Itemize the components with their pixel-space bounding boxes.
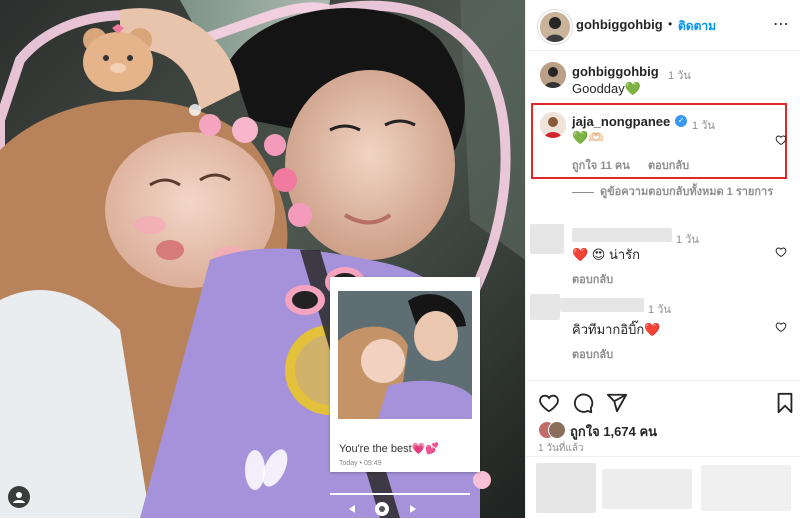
blurred-content: [602, 469, 692, 509]
blurred-avatar: [530, 224, 564, 254]
comments-divider: [526, 380, 800, 381]
likes-count[interactable]: ถูกใจ 1,674 คน: [570, 421, 657, 442]
follow-button[interactable]: ติดตาม: [678, 17, 716, 36]
like-icon[interactable]: [538, 392, 560, 414]
comment-username[interactable]: jaja_nongpanee: [572, 114, 670, 129]
tagged-users-icon[interactable]: [8, 486, 30, 508]
header-separator: •: [668, 17, 673, 31]
caption-username[interactable]: gohbiggohbig: [572, 64, 659, 79]
save-icon[interactable]: [775, 392, 795, 414]
instagram-post: You're the best💗💕 Today • 09:49 gohbiggo…: [0, 0, 800, 518]
comment-likes[interactable]: ถูกใจ 11 คน: [572, 156, 630, 174]
add-comment-area[interactable]: [526, 456, 800, 519]
blurred-username: [572, 228, 672, 242]
reply-button[interactable]: ตอบกลับ: [572, 345, 613, 363]
like-comment-icon[interactable]: [775, 246, 787, 258]
polaroid-photo: [338, 291, 472, 419]
like-comment-icon[interactable]: [775, 134, 787, 146]
comment-icon[interactable]: [572, 392, 594, 414]
view-replies-link[interactable]: ดูข้อความตอบกลับทั้งหมด 1 รายการ: [600, 185, 780, 199]
more-options-icon[interactable]: ⋯: [773, 14, 789, 34]
comment-time: 1 วัน: [692, 120, 715, 132]
comment-item: 1 วัน คิวทีมากอิบิ๊ก❤️ ตอบกลับ: [526, 294, 800, 361]
caption-avatar[interactable]: [540, 62, 566, 88]
comment-time: 1 วัน: [676, 234, 699, 246]
caption-text: Goodday💚: [572, 81, 641, 96]
author-avatar[interactable]: [538, 10, 572, 44]
caption-time: 1 วัน: [668, 70, 691, 82]
post-side-panel: gohbiggohbig • ติดตาม ⋯ gohbiggohbig 1 ว…: [525, 0, 800, 518]
polaroid-caption: You're the best💗💕: [339, 443, 440, 455]
author-username[interactable]: gohbiggohbig: [576, 17, 663, 32]
comment-time: 1 วัน: [648, 304, 671, 316]
verified-badge-icon: ✓: [675, 115, 687, 127]
blurred-content: [536, 463, 596, 513]
reply-button[interactable]: ตอบกลับ: [572, 270, 613, 288]
replies-line: [572, 192, 594, 193]
post-photo[interactable]: You're the best💗💕 Today • 09:49: [0, 0, 525, 518]
post-age: 1 วันที่แล้ว: [538, 443, 584, 454]
view-replies-row[interactable]: ดูข้อความตอบกลับทั้งหมด 1 รายการ: [526, 184, 800, 214]
action-bar: [526, 384, 800, 424]
share-icon[interactable]: [606, 392, 628, 414]
comment-text: คิวทีมากอิบิ๊ก❤️: [572, 322, 661, 337]
caption-row: gohbiggohbig 1 วัน Goodday💚: [526, 60, 800, 100]
bear-sticker-icon: [83, 24, 153, 92]
comment-avatar[interactable]: [540, 112, 566, 138]
reply-button[interactable]: ตอบกลับ: [648, 156, 689, 174]
comment-item: jaja_nongpanee ✓ 1 วัน 💚🫶🏻 ถูกใจ 11 คน ต…: [526, 110, 800, 178]
polaroid-sticker: You're the best💗💕 Today • 09:49: [330, 277, 480, 472]
comment-text: 💚🫶🏻: [572, 130, 605, 145]
comment-item: 1 วัน ❤️ 😍 น่ารัก ตอบกลับ: [526, 224, 800, 286]
polaroid-timestamp: Today • 09:49: [339, 460, 382, 467]
blurred-username: [560, 298, 644, 312]
blurred-content: [701, 465, 791, 511]
blurred-avatar: [530, 294, 560, 320]
comment-text: ❤️ 😍 น่ารัก: [572, 247, 641, 262]
liker-avatars[interactable]: [538, 421, 570, 439]
like-comment-icon[interactable]: [775, 321, 787, 333]
post-header: gohbiggohbig • ติดตาม ⋯: [526, 0, 800, 51]
